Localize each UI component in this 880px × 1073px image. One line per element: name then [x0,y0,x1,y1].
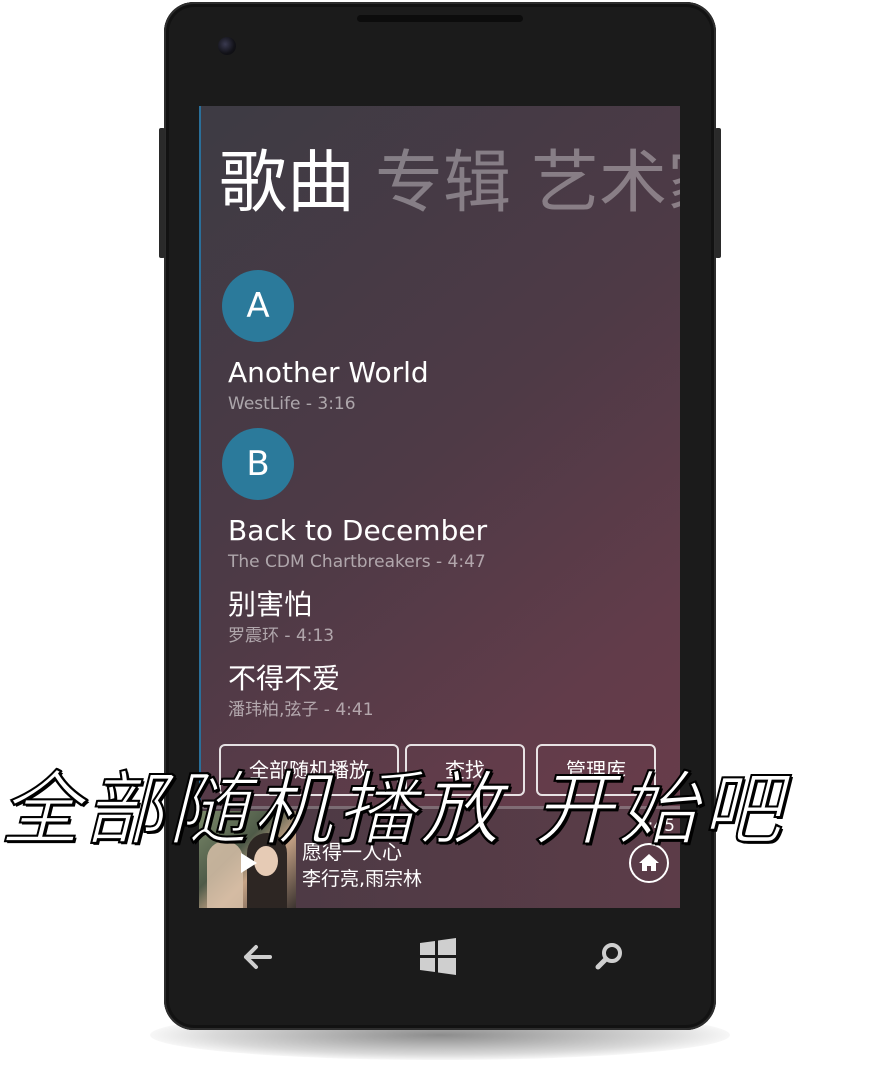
power-button [715,128,721,258]
search-icon[interactable] [592,934,628,980]
earpiece-speaker [357,15,523,22]
jump-list-header-a[interactable]: A [222,270,294,342]
pivot-tab-songs[interactable]: 歌曲 [219,144,355,223]
overlay-caption: 全部随机播放 开始吧 [0,762,786,857]
song-item[interactable]: Another World WestLife - 3:16 [228,355,429,415]
pivot-tab-artists[interactable]: 艺术家 [531,144,680,223]
jump-list-header-b[interactable]: B [222,428,294,500]
phone-device: 歌曲专辑艺术家 A Another World WestLife - 3:16 … [159,2,721,1030]
song-title: Back to December [228,514,488,547]
pivot-header: 歌曲专辑艺术家 [219,146,680,222]
front-camera [218,37,236,55]
song-item[interactable]: Back to December The CDM Chartbreakers -… [228,513,487,573]
song-item[interactable]: 不得不爱 潘玮柏,弦子 - 4:41 [228,661,374,721]
now-playing-artist: 李行亮,雨宗林 [302,868,423,890]
song-subtitle: WestLife - 3:16 [228,394,356,414]
song-title: Another World [228,356,429,389]
volume-button [159,128,165,258]
song-subtitle: The CDM Chartbreakers - 4:47 [228,552,486,572]
pivot-tab-albums[interactable]: 专辑 [375,144,511,223]
song-title: 别害怕 [228,588,313,621]
back-arrow-icon[interactable] [240,934,276,980]
song-item[interactable]: 别害怕 罗震环 - 4:13 [228,587,334,647]
song-subtitle: 罗震环 - 4:13 [228,626,335,646]
song-title: 不得不爱 [228,662,341,695]
windows-start-icon[interactable] [418,934,458,980]
song-subtitle: 潘玮柏,弦子 - 4:41 [228,700,374,720]
